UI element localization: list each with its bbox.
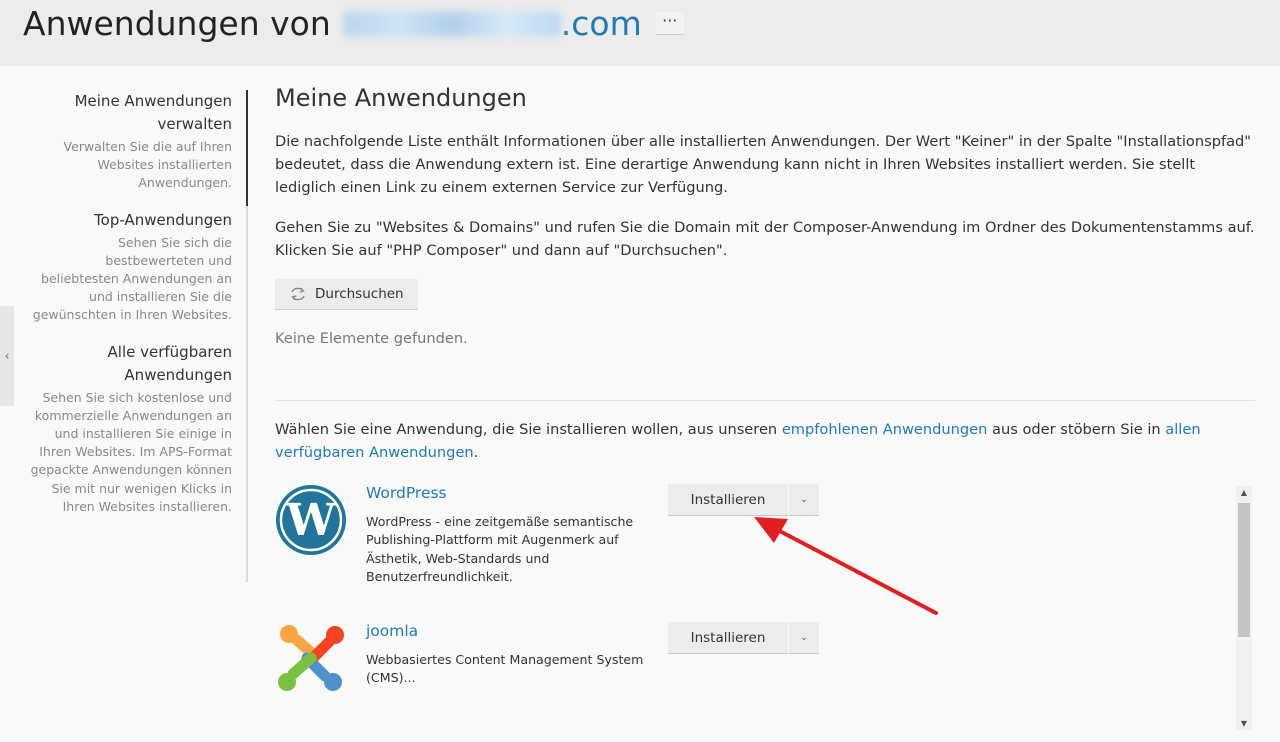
install-button[interactable]: Installieren bbox=[668, 622, 788, 654]
app-name-link[interactable]: joomla bbox=[366, 622, 418, 640]
app-item-joomla: joomla Webbasiertes Content Management S… bbox=[275, 622, 1225, 742]
app-description: Webbasiertes Content Management System (… bbox=[366, 652, 644, 686]
title-prefix: Anwendungen von bbox=[23, 4, 331, 43]
divider bbox=[275, 400, 1255, 401]
install-button-group: Installieren ⌄ bbox=[668, 622, 819, 654]
empty-state-text: Keine Elemente gefunden. bbox=[275, 330, 468, 347]
browse-button[interactable]: Durchsuchen bbox=[275, 279, 418, 310]
sidebar-item-all-apps[interactable]: Alle verfügbaren Anwendungen Sehen Sie s… bbox=[30, 341, 246, 516]
sidebar-item-desc: Sehen Sie sich die bestbewerteten und be… bbox=[32, 234, 232, 323]
more-options-button[interactable]: ··· bbox=[655, 12, 684, 35]
title-suffix: .com bbox=[560, 4, 642, 43]
joomla-logo-icon bbox=[278, 625, 344, 691]
scroll-up-icon[interactable]: ▲ bbox=[1236, 488, 1252, 497]
svg-text:W: W bbox=[285, 495, 336, 546]
sidebar: Meine Anwendungen verwalten Verwalten Si… bbox=[30, 90, 248, 582]
chevron-down-icon: ⌄ bbox=[800, 632, 808, 642]
annotation-arrow-icon bbox=[754, 517, 938, 615]
sidebar-item-manage-apps[interactable]: Meine Anwendungen verwalten Verwalten Si… bbox=[30, 90, 246, 193]
intro-paragraph: Die nachfolgende Liste enthält Informati… bbox=[275, 133, 1252, 196]
main-content: Meine Anwendungen Die nachfolgende Liste… bbox=[275, 84, 1255, 461]
section-heading: Meine Anwendungen bbox=[275, 84, 527, 112]
sidebar-item-desc: Verwalten Sie die auf Ihren Websites ins… bbox=[63, 139, 232, 191]
install-options-dropdown[interactable]: ⌄ bbox=[789, 622, 819, 654]
choose-text-part: . bbox=[473, 444, 479, 461]
scrollbar-thumb[interactable] bbox=[1238, 503, 1250, 637]
sidebar-item-title[interactable]: Top-Anwendungen bbox=[30, 209, 232, 232]
app-name-link[interactable]: WordPress bbox=[366, 484, 447, 502]
choose-text-part: Wählen Sie eine Anwendung, die Sie insta… bbox=[275, 421, 782, 438]
browse-label: Durchsuchen bbox=[315, 286, 404, 302]
chevron-down-icon: ⌄ bbox=[800, 494, 808, 504]
blurred-domain bbox=[342, 10, 561, 37]
sidebar-item-title[interactable]: Meine Anwendungen verwalten bbox=[30, 90, 232, 136]
choose-app-text: Wählen Sie eine Anwendung, die Sie insta… bbox=[275, 418, 1255, 464]
sidebar-item-top-apps[interactable]: Top-Anwendungen Sehen Sie sich die bestb… bbox=[30, 209, 246, 325]
refresh-icon bbox=[291, 287, 305, 301]
sidebar-item-title[interactable]: Alle verfügbaren Anwendungen bbox=[30, 341, 232, 387]
collapse-sidebar-button[interactable]: ‹ bbox=[0, 306, 14, 406]
app-list-scrollbar[interactable]: ▲ ▼ bbox=[1236, 486, 1252, 730]
active-indicator bbox=[246, 90, 248, 206]
sidebar-item-desc: Sehen Sie sich kostenlose und kommerziel… bbox=[30, 389, 232, 514]
page-title: Anwendungen von .com ··· bbox=[23, 4, 684, 43]
recommended-apps-link[interactable]: empfohlenen Anwendungen bbox=[782, 421, 988, 438]
wordpress-logo-icon: W bbox=[276, 485, 346, 555]
composer-paragraph: Gehen Sie zu "Websites & Domains" und ru… bbox=[275, 219, 1255, 259]
app-description: WordPress - eine zeitgemäße semantische … bbox=[366, 514, 634, 585]
scroll-down-icon[interactable]: ▼ bbox=[1236, 719, 1252, 728]
choose-text-part: aus oder stöbern Sie in bbox=[987, 421, 1166, 438]
chevron-left-icon: ‹ bbox=[4, 349, 10, 363]
page-header: Anwendungen von .com ··· bbox=[0, 0, 1280, 66]
